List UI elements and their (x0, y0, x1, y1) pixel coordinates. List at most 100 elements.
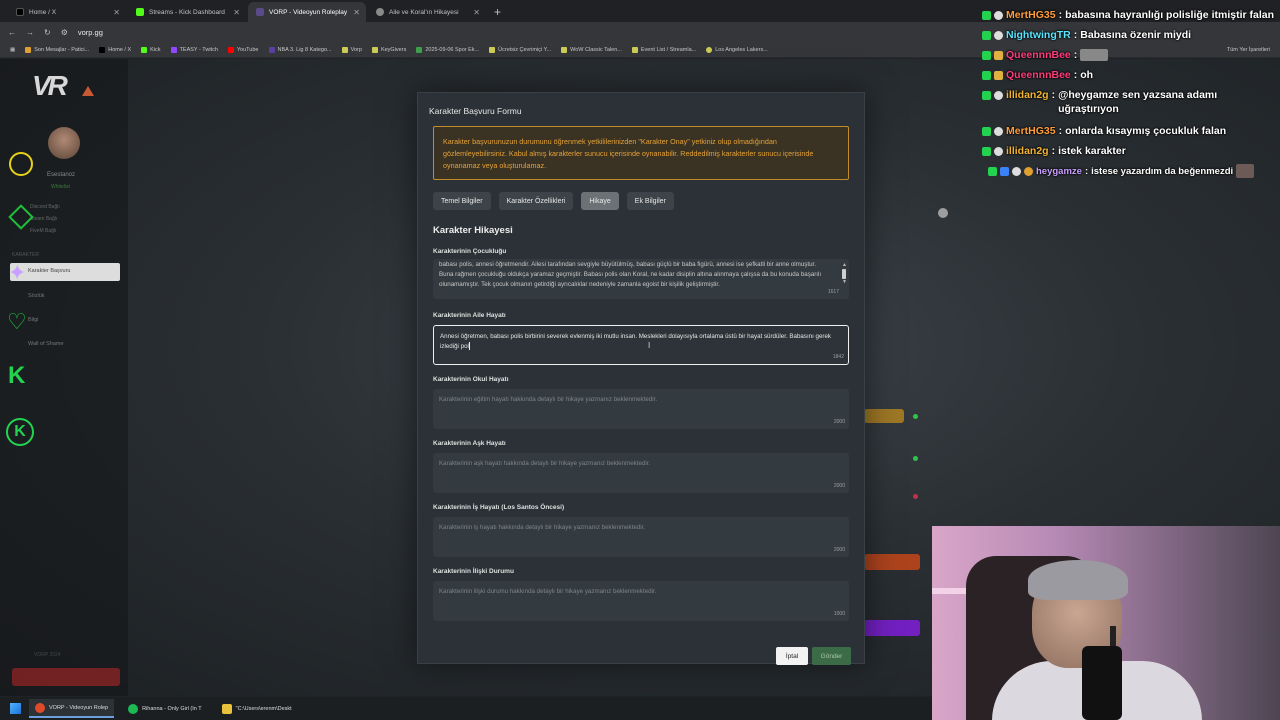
bookmark[interactable]: NBA 3. Lig 8 Katego... (268, 46, 332, 53)
tab-extra-info[interactable]: Ek Bilgiler (626, 192, 674, 210)
taskbar-label: "C:\Users\erenm\Deskt (235, 705, 292, 712)
bookmark[interactable]: Vorp (341, 46, 362, 53)
taskbar-label: Rihanna - Only Girl (In T (142, 705, 202, 712)
taskbar-item-spotify[interactable]: Rihanna - Only Girl (In T (122, 699, 208, 718)
windows-start-icon[interactable] (10, 703, 21, 714)
text-cursor-icon: I (648, 341, 651, 350)
bookmark[interactable]: Son Mesajlar - Patici... (25, 46, 89, 53)
chat-text: onlarda kısaymış çocukluk falan (1065, 125, 1227, 137)
field-label: Karakterinin Çocukluğu (433, 248, 507, 255)
bookmark[interactable]: WoW Classic Talen... (561, 46, 622, 53)
taskbar-item-browser[interactable]: VORP - Videoyun Rolep (29, 699, 115, 718)
sidebar-item-wall-of-shame[interactable]: Wall of Shame (28, 341, 64, 347)
chevron-up-icon[interactable]: ▲ (842, 263, 847, 268)
char-count: 1617 (827, 289, 839, 295)
cancel-button[interactable]: İptal (776, 647, 808, 665)
work-life-textarea[interactable]: Karakterinin iş hayatı hakkında detaylı … (433, 517, 849, 557)
kick-badge-icon (982, 90, 991, 100)
site-info-icon[interactable]: ⚙ (61, 28, 68, 37)
chat-username: QueennnBee (1006, 69, 1071, 81)
bookmark[interactable]: Kick (141, 46, 161, 53)
avatar[interactable] (48, 127, 80, 159)
close-icon[interactable]: ✕ (353, 8, 360, 17)
chat-message: MertHG35 : babasına hayranlığı polisliğe… (982, 5, 1280, 25)
bookmark[interactable]: Los Angeles Lakers... (706, 46, 768, 53)
bookmark-icon (25, 46, 32, 53)
bookmark[interactable]: Event List / Streamla... (631, 46, 696, 53)
taskbar: VORP - Videoyun Rolep Rihanna - Only Gir… (0, 697, 932, 720)
sidebar-item-info[interactable]: Bilgi (28, 317, 38, 323)
form-tabs: Temel Bilgiler Karakter Özellikleri Hika… (433, 192, 674, 210)
bookmark[interactable]: KeyGivers (371, 46, 406, 53)
chat-message: QueennnBee : (982, 45, 1280, 65)
submit-button[interactable]: Gönder (812, 647, 851, 665)
new-tab-button[interactable]: + (488, 5, 507, 22)
field-value: Annesi öğretmen, babası polis birbirini … (440, 333, 832, 350)
back-icon[interactable]: ← (8, 28, 16, 37)
browser-tab-x[interactable]: Home / X ✕ (8, 2, 126, 22)
browser-tab-story[interactable]: Aile ve Koral'ın Hikayesi ✕ (368, 2, 486, 22)
modal-title: Karakter Başvuru Formu (429, 106, 522, 116)
field-placeholder: Karakterinin ilişki durumu hakkında deta… (439, 588, 657, 595)
tab-label: Home / X (29, 8, 57, 16)
twitch-icon (170, 46, 177, 53)
taskbar-item-explorer[interactable]: "C:\Users\erenm\Deskt (216, 699, 298, 718)
sidebar-link-row: FiveM Bağlı (30, 228, 57, 234)
folder-icon (631, 46, 638, 53)
kick-badge-icon (982, 70, 991, 80)
forward-icon[interactable]: → (26, 28, 34, 37)
folder-icon (561, 46, 568, 53)
sidebar-section-title: KARAKTER (12, 252, 39, 258)
browser-tab-kick[interactable]: Streams - Kick Dashboard ✕ (128, 2, 246, 22)
school-life-textarea[interactable]: Karakterinin eğitim hayatı hakkında deta… (433, 389, 849, 429)
vorp-logo: VR (32, 70, 68, 101)
sub-badge-icon (994, 90, 1003, 100)
mod-badge-icon (1000, 166, 1009, 176)
sub-badge-icon (994, 10, 1003, 20)
bookmark[interactable]: YouTube (227, 46, 259, 53)
chat-text: istek karakter (1058, 145, 1126, 157)
field-value: babası polis, annesi öğretmendir. Ailesi… (439, 261, 822, 288)
chat-text: Babasına özenir miydi (1080, 29, 1192, 41)
char-count: 2000 (833, 419, 845, 425)
kick-badge-icon (982, 50, 991, 60)
sidebar-item-application[interactable]: Karakter Başvuru (28, 268, 71, 274)
reload-icon[interactable]: ↻ (44, 28, 51, 37)
chat-text: istese yazardım da beğenmezdi (1091, 165, 1234, 177)
tab-character-traits[interactable]: Karakter Özellikleri (498, 192, 574, 210)
character-application-modal: Karakter Başvuru Formu Karakter başvurun… (417, 92, 865, 664)
sub-badge-icon (994, 70, 1003, 80)
chevron-down-icon[interactable]: ▼ (842, 280, 847, 285)
sidebar-footer: VORP 2024 (34, 652, 61, 658)
emote-image (1080, 49, 1109, 61)
close-icon[interactable]: ✕ (473, 8, 480, 17)
sub-badge-icon (994, 126, 1003, 136)
childhood-textarea[interactable]: babası polis, annesi öğretmendir. Ailesi… (433, 259, 849, 299)
bookmark[interactable]: TEASY - Twitch (170, 46, 218, 53)
tab-story[interactable]: Hikaye (581, 192, 619, 210)
scroll-thumb[interactable] (842, 269, 846, 279)
sidebar-item-dictionary[interactable]: Sözlük (28, 293, 45, 299)
family-life-textarea[interactable]: Annesi öğretmen, babası polis birbirini … (433, 325, 849, 365)
apps-icon[interactable]: ▦ (10, 47, 15, 53)
chat-separator: : (1058, 125, 1063, 137)
tab-basic-info[interactable]: Temel Bilgiler (433, 192, 491, 210)
love-life-textarea[interactable]: Karakterinin aşk hayatı hakkında detaylı… (433, 453, 849, 493)
bookmark[interactable]: 2025-09-06 Spor Ek... (416, 46, 479, 53)
browser-tab-vorp[interactable]: VORP - Videoyun Roleplay ✕ (248, 2, 366, 22)
bookmark[interactable]: Home / X (99, 46, 131, 53)
status-dot (913, 456, 918, 461)
close-icon[interactable]: ✕ (233, 8, 240, 17)
chat-message: MertHG35 : onlarda kısaymış çocukluk fal… (982, 121, 1280, 141)
close-icon[interactable]: ✕ (113, 8, 120, 17)
chat-username: QueennnBee (1006, 49, 1071, 61)
globe-icon (376, 8, 384, 16)
url-field[interactable]: vorp.gg (78, 28, 103, 37)
logout-button[interactable] (12, 668, 120, 686)
chat-message: QueennnBee : oh (982, 65, 1280, 85)
relationship-textarea[interactable]: Karakterinin ilişki durumu hakkında deta… (433, 581, 849, 621)
bookmark[interactable]: Ücretsiz Çevrimiçi Y... (489, 46, 551, 53)
char-count: 1842 (832, 354, 844, 360)
scrollbar[interactable]: ▲ ▼ (842, 263, 847, 291)
tab-label: Aile ve Koral'ın Hikayesi (389, 8, 459, 16)
